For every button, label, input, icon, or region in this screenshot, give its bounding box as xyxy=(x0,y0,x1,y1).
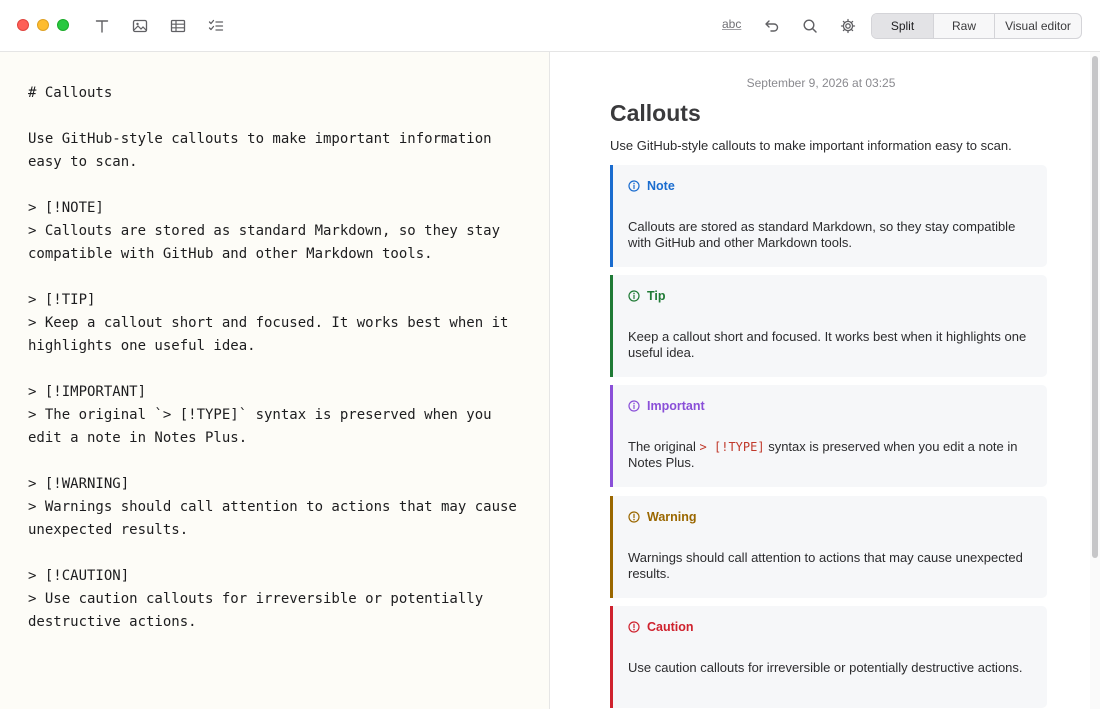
minimize-window-button[interactable] xyxy=(37,19,49,31)
callout-important-header: Important xyxy=(628,399,705,413)
text-format-icon[interactable] xyxy=(91,15,113,37)
callout-caution-header: Caution xyxy=(628,620,694,634)
callout-tip: Tip Keep a callout short and focused. It… xyxy=(610,275,1047,377)
callout-important: Important The original > [!TYPE] syntax … xyxy=(610,385,1047,487)
callout-warning: Warning Warnings should call attention t… xyxy=(610,496,1047,598)
callout-tip-label: Tip xyxy=(647,289,666,303)
note-date: September 9, 2026 at 03:25 xyxy=(746,76,896,90)
inline-code: > [!TYPE] xyxy=(699,440,765,454)
table-icon[interactable] xyxy=(167,15,189,37)
zoom-window-button[interactable] xyxy=(57,19,69,31)
callout-warning-text: Warnings should call attention to action… xyxy=(628,550,1023,581)
preview-scrollbar-thumb[interactable] xyxy=(1092,56,1098,558)
view-split-button[interactable]: Split xyxy=(872,14,934,38)
spellcheck-button[interactable]: abc xyxy=(722,17,741,31)
callout-note-label: Note xyxy=(647,179,675,193)
checklist-icon[interactable] xyxy=(205,15,227,37)
preview-scrollbar[interactable] xyxy=(1090,52,1100,709)
callout-warning-label: Warning xyxy=(647,510,697,524)
close-window-button[interactable] xyxy=(17,19,29,31)
callout-note-header: Note xyxy=(628,179,675,193)
callout-caution: Caution Use caution callouts for irrever… xyxy=(610,606,1047,708)
callout-caution-text: Use caution callouts for irreversible or… xyxy=(628,660,1023,675)
undo-icon[interactable] xyxy=(761,15,783,37)
search-icon[interactable] xyxy=(799,15,821,37)
info-icon xyxy=(628,400,640,412)
callout-caution-label: Caution xyxy=(647,620,694,634)
callout-tip-header: Tip xyxy=(628,289,666,303)
preview-title: Callouts xyxy=(610,100,701,126)
callout-warning-header: Warning xyxy=(628,510,697,524)
preview-intro: Use GitHub-style callouts to make import… xyxy=(610,138,1012,153)
alert-icon xyxy=(628,621,640,633)
markdown-source[interactable]: # Callouts Use GitHub-style callouts to … xyxy=(28,82,517,634)
markdown-editor[interactable]: # Callouts Use GitHub-style callouts to … xyxy=(0,52,550,709)
callout-note: Note Callouts are stored as standard Mar… xyxy=(610,165,1047,267)
info-icon xyxy=(628,180,640,192)
view-mode-switcher: Split Raw Visual editor xyxy=(871,13,1082,39)
callout-note-text: Callouts are stored as standard Markdown… xyxy=(628,219,1016,250)
preview-pane: September 9, 2026 at 03:25 Callouts Use … xyxy=(551,52,1100,709)
lightbulb-icon xyxy=(628,290,640,302)
view-raw-button[interactable]: Raw xyxy=(934,14,995,38)
view-visual-editor-button[interactable]: Visual editor xyxy=(995,14,1081,38)
toolbar: abc Split Raw Visual editor xyxy=(0,0,1100,52)
callout-important-text: The original > [!TYPE] syntax is preserv… xyxy=(628,439,1038,471)
callout-important-text-before: The original xyxy=(628,439,700,454)
callout-tip-text: Keep a callout short and focused. It wor… xyxy=(628,329,1027,360)
callout-important-label: Important xyxy=(647,399,705,413)
alert-icon xyxy=(628,511,640,523)
gear-icon[interactable] xyxy=(837,15,859,37)
image-icon[interactable] xyxy=(129,15,151,37)
